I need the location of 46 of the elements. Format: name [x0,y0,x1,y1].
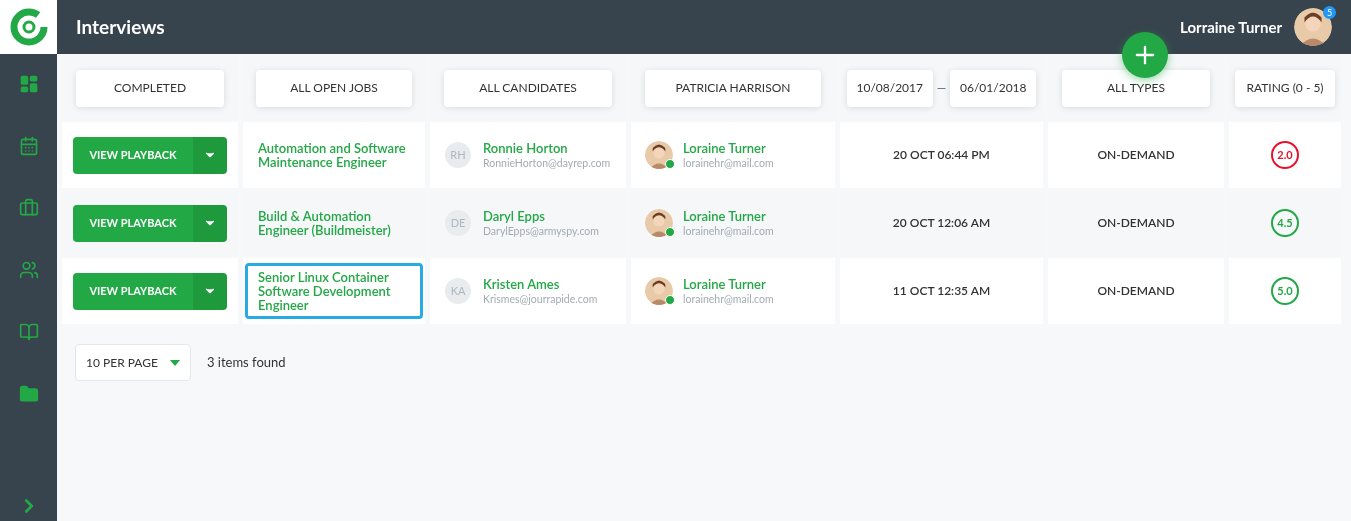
interview-date: 20 OCT 12:06 AM [892,214,991,232]
interview-date: 20 OCT 06:44 PM [893,146,990,164]
interview-date: 11 OCT 12:35 AM [892,282,991,300]
initials-avatar: RH [445,142,471,168]
rating: 2.0 [1271,141,1299,169]
avatar [645,277,673,305]
filter-dropdown[interactable]: COMPLETED [76,69,224,107]
date-field[interactable]: 10/08/2017 [846,69,933,107]
initials-avatar: KA [445,278,471,304]
candidate-name[interactable]: Ronnie Horton [483,140,611,156]
interview-type: ON-DEMAND [1097,146,1175,164]
filter-dropdown[interactable]: ALL TYPES [1062,69,1210,107]
interviewer-name[interactable]: Loraine Turner [683,140,774,156]
filter-dropdown[interactable]: RATING (0 - 5) [1235,69,1335,107]
avatar [645,141,673,169]
interviewer-name[interactable]: Loraine Turner [683,276,774,292]
avatar [1294,8,1332,46]
candidate-email: DarylEpps@armyspy.com [483,224,599,238]
interviewer-name[interactable]: Loraine Turner [683,208,774,224]
caret-icon [169,359,180,366]
notification-badge: 5 [1323,6,1336,19]
logo-icon[interactable] [8,7,49,47]
filter-dropdown[interactable]: ALL OPEN JOBS [256,69,412,107]
interviewer-email: lorainehr@mail.com [683,292,774,306]
interviewer-email: lorainehr@mail.com [683,156,774,170]
candidate-name[interactable]: Daryl Epps [483,208,599,224]
interview-type: ON-DEMAND [1097,282,1175,300]
items-count: 3 items found [206,352,286,372]
user-name[interactable]: Lorraine Turner [1180,15,1282,39]
page-title: Interviews [76,13,165,40]
avatar [645,209,673,237]
filter-dropdown[interactable]: ALL CANDIDATES [444,69,612,107]
interview-type: ON-DEMAND [1097,214,1175,232]
date-field[interactable]: 06/01/2018 [950,69,1037,107]
candidate-name[interactable]: Kristen Ames [483,276,598,292]
date-separator: — [936,79,947,97]
job-link[interactable]: Build & Automation Engineer (Buildmeister) [245,202,423,244]
candidate-email: Krismes@jourrapide.com [483,292,598,306]
rating: 4.5 [1271,209,1299,237]
candidate-email: RonnieHorton@dayrep.com [483,156,611,170]
filter-dropdown[interactable]: PATRICIA HARRISON [645,69,821,107]
interviewer-email: lorainehr@mail.com [683,224,774,238]
per-page-dropdown[interactable]: 10 PER PAGE [75,344,191,381]
job-link[interactable]: Senior Linux Container Software Development Engineer [245,263,423,319]
initials-avatar: DE [445,210,471,236]
rating: 5.0 [1271,277,1299,305]
